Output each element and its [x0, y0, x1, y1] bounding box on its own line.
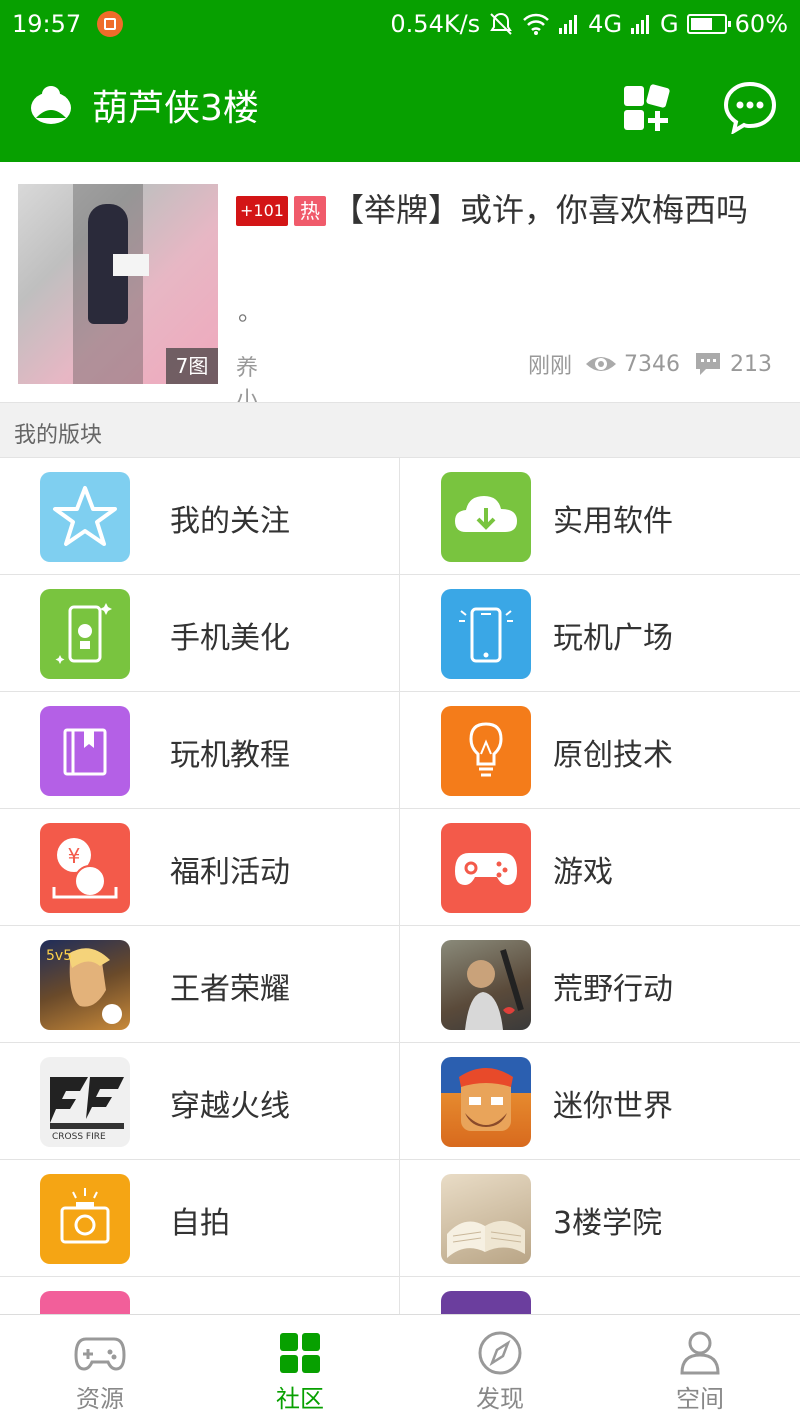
message-icon[interactable]	[722, 80, 778, 134]
forum-pink[interactable]	[0, 1277, 400, 1318]
gourd-logo-icon	[31, 86, 71, 124]
view-count: 7346	[624, 351, 680, 377]
svg-text:5v5: 5v5	[46, 948, 72, 964]
comment-count: 213	[730, 351, 772, 377]
phone-icon	[441, 589, 531, 679]
tab-space[interactable]: 空间	[600, 1315, 800, 1422]
forum-label: 王者荣耀	[170, 972, 290, 1007]
user-tab-icon	[680, 1331, 720, 1375]
signal-icon	[559, 15, 578, 34]
forum-label: 实用软件	[553, 504, 673, 539]
tab-label: 资源	[76, 1385, 124, 1413]
tab-label: 社区	[276, 1385, 324, 1413]
signal-icon-2	[631, 15, 650, 34]
post-excerpt: 。	[238, 298, 262, 326]
forum-grid: 我的关注 实用软件 手机美化 玩机广场 玩机教程 原创技术 ¥ 福利活动 游戏 …	[0, 458, 800, 1318]
compass-tab-icon	[478, 1331, 522, 1375]
cloud-download-icon	[441, 472, 531, 562]
tab-discover[interactable]: 发现	[400, 1315, 600, 1422]
post-title[interactable]: 【举牌】或许，你喜欢梅西吗	[236, 188, 776, 232]
forum-crossfire[interactable]: CROSS FIRE 穿越火线	[0, 1043, 400, 1160]
forum-honor-of-kings[interactable]: 5v5 王者荣耀	[0, 926, 400, 1043]
mute-bell-icon	[490, 12, 513, 35]
post-time: 刚刚	[527, 354, 572, 379]
forum-mini-world[interactable]: 迷你世界	[400, 1043, 800, 1160]
post-thumbnail[interactable]: 7图	[18, 184, 218, 384]
forum-label: 穿越火线	[170, 1089, 290, 1124]
forum-phone-beautify[interactable]: 手机美化	[0, 575, 400, 692]
svg-text:¥: ¥	[68, 844, 81, 868]
crossfire-icon: CROSS FIRE	[40, 1057, 130, 1147]
tab-label: 空间	[676, 1385, 724, 1413]
status-bar: 19:57 0.54K/s 4G G 60%	[0, 0, 800, 48]
status-time: 19:57	[12, 10, 82, 38]
forum-label: 手机美化	[170, 621, 290, 656]
forum-selfie[interactable]: 自拍	[0, 1160, 400, 1277]
section-title: 我的版块	[14, 423, 103, 448]
forum-3-floor-academy[interactable]: 3楼学院	[400, 1160, 800, 1277]
phone-flower-icon	[40, 589, 130, 679]
knives-out-icon	[441, 940, 531, 1030]
star-icon	[40, 472, 130, 562]
svg-text:CROSS FIRE: CROSS FIRE	[52, 1132, 106, 1142]
forum-welfare[interactable]: ¥ 福利活动	[0, 809, 400, 926]
forum-my-follows[interactable]: 我的关注	[0, 458, 400, 575]
forum-label: 荒野行动	[553, 972, 673, 1007]
battery-percent: 60%	[734, 10, 788, 38]
forum-label: 福利活动	[170, 855, 290, 890]
app-screen: 19:57 0.54K/s 4G G 60% 葫芦侠3楼 7图 +101 热 【…	[0, 0, 800, 1422]
forum-original-tech[interactable]: 原创技术	[400, 692, 800, 809]
book-icon	[40, 706, 130, 796]
network-type-2: G	[660, 10, 679, 38]
forum-label: 我的关注	[170, 504, 290, 539]
bottom-nav: 资源 社区 发现 空间	[0, 1314, 800, 1422]
network-speed: 0.54K/s	[390, 10, 481, 38]
forum-label: 3楼学院	[553, 1206, 663, 1241]
tab-label: 发现	[476, 1385, 524, 1413]
network-type: 4G	[588, 10, 623, 38]
section-header: 我的版块	[0, 402, 800, 458]
post-meta: 刚刚 7346 213	[528, 348, 772, 380]
grid-tab-icon	[280, 1333, 320, 1373]
forum-label: 玩机教程	[170, 738, 290, 773]
forum-purple[interactable]	[400, 1277, 800, 1318]
welfare-icon: ¥	[40, 823, 130, 913]
app-bar: 葫芦侠3楼	[0, 48, 800, 162]
mini-world-icon	[441, 1057, 531, 1147]
forum-label: 玩机广场	[553, 621, 673, 656]
forum-phone-square[interactable]: 玩机广场	[400, 575, 800, 692]
forum-label: 游戏	[553, 855, 613, 890]
camera-icon	[40, 1174, 130, 1264]
tab-community[interactable]: 社区	[200, 1315, 400, 1422]
battery-icon	[686, 14, 731, 34]
forum-label: 自拍	[170, 1206, 230, 1241]
notification-icon	[97, 11, 124, 37]
bulb-icon	[441, 706, 531, 796]
open-book-icon	[441, 1174, 531, 1264]
tab-resources[interactable]: 资源	[0, 1315, 200, 1422]
forum-label: 迷你世界	[553, 1089, 673, 1124]
forum-label: 原创技术	[553, 738, 673, 773]
comment-icon	[696, 353, 720, 375]
gamepad-tab-icon	[74, 1337, 126, 1371]
wifi-icon	[523, 13, 550, 35]
image-count-badge: 7图	[166, 348, 218, 384]
add-forum-icon[interactable]	[622, 84, 672, 134]
honor-of-kings-icon: 5v5	[40, 940, 130, 1030]
forum-games[interactable]: 游戏	[400, 809, 800, 926]
forum-tutorials[interactable]: 玩机教程	[0, 692, 400, 809]
eye-icon	[586, 357, 616, 371]
app-title: 葫芦侠3楼	[92, 88, 259, 129]
gamepad-icon	[441, 823, 531, 913]
forum-knives-out[interactable]: 荒野行动	[400, 926, 800, 1043]
forum-useful-software[interactable]: 实用软件	[400, 458, 800, 575]
